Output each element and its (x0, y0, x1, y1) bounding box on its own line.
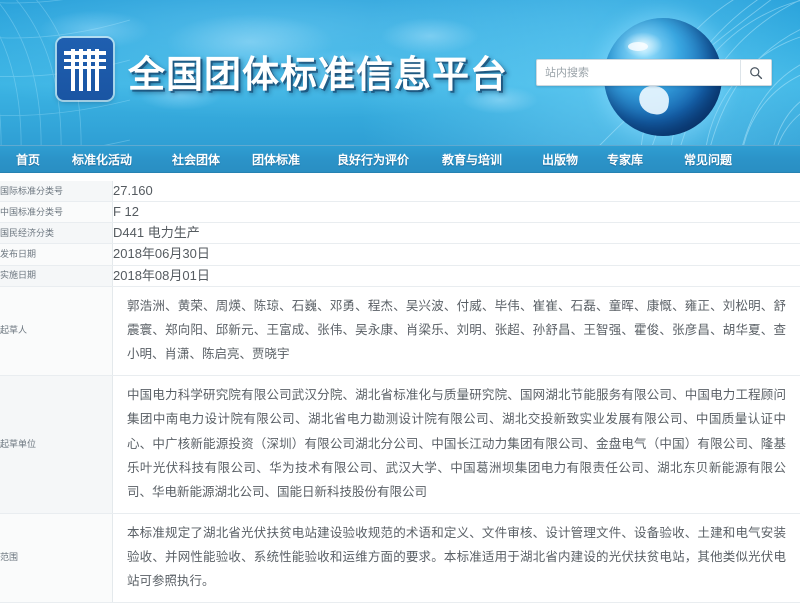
row-label: 范围 (0, 513, 113, 603)
row-label: 国际标准分类号 (0, 181, 113, 203)
table-row: 范围 本标准规定了湖北省光伏扶贫电站建设验收规范的术语和定义、文件审核、设计管理文… (0, 513, 800, 603)
site-title: 全国团体标准信息平台 (128, 54, 508, 95)
row-label: 国民经济分类 (0, 222, 113, 245)
row-value: 中国电力科学研究院有限公司武汉分院、湖北省标准化与质量研究院、国网湖北节能服务有… (112, 375, 800, 514)
table-row: 实施日期 2018年08月01日 (0, 265, 800, 287)
nav-item-2[interactable]: 社会团体 (170, 151, 222, 168)
row-value: 本标准规定了湖北省光伏扶贫电站建设验收规范的术语和定义、文件审核、设计管理文件、… (112, 513, 800, 603)
nav-item-3[interactable]: 团体标准 (250, 151, 302, 168)
nav-item-5[interactable]: 教育与培训 (440, 151, 504, 168)
site-banner: 全国团体标准信息平台 (0, 0, 800, 145)
row-label: 发布日期 (0, 243, 113, 266)
nav-item-7[interactable]: 专家库 (605, 151, 645, 168)
search-icon (750, 66, 763, 79)
row-label: 起草人 (0, 286, 113, 376)
table-row: 国民经济分类 D441 电力生产 (0, 222, 800, 245)
nav-item-8[interactable]: 常见问题 (682, 151, 734, 168)
table-row: 起草单位 中国电力科学研究院有限公司武汉分院、湖北省标准化与质量研究院、国网湖北节… (0, 375, 800, 514)
row-value: D441 电力生产 (112, 222, 800, 245)
row-value: 郭浩洲、黄荣、周煐、陈琼、石巍、邓勇、程杰、吴兴波、付威、毕伟、崔崔、石磊、童晖… (112, 286, 800, 376)
page-root: 全国团体标准信息平台 首页 标准化活动 社会团体 团体标准 良好行为评价 教育与培训 出版物… (0, 0, 800, 606)
nav-item-4[interactable]: 良好行为评价 (335, 151, 411, 168)
platform-logo (57, 38, 113, 100)
row-value: 27.160 (112, 181, 800, 203)
standard-detail-panel: 国际标准分类号 27.160 中国标准分类号 F 12 国民经济分类 D441 电力生产发… (0, 173, 800, 603)
search-input[interactable] (545, 61, 736, 84)
table-row: 国际标准分类号 27.160 (0, 181, 800, 203)
nav-item-0[interactable]: 首页 (14, 151, 42, 168)
main-navigation: 首页 标准化活动 社会团体 团体标准 良好行为评价 教育与培训 出版物 专家库 常见问题 (0, 145, 800, 173)
row-label: 起草单位 (0, 375, 113, 514)
standard-detail-table: 国际标准分类号 27.160 中国标准分类号 F 12 国民经济分类 D441 电力生产发… (0, 181, 800, 603)
table-row: 起草人 郭浩洲、黄荣、周煐、陈琼、石巍、邓勇、程杰、吴兴波、付威、毕伟、崔崔、石磊… (0, 286, 800, 376)
table-row: 发布日期 2018年06月30日 (0, 243, 800, 266)
search-button[interactable] (740, 60, 771, 85)
row-label: 实施日期 (0, 265, 113, 287)
row-value: 2018年06月30日 (112, 243, 800, 266)
row-label: 中国标准分类号 (0, 201, 113, 224)
nav-item-6[interactable]: 出版物 (540, 151, 580, 168)
nav-item-1[interactable]: 标准化活动 (70, 151, 134, 168)
search-box[interactable] (536, 59, 772, 86)
row-value: F 12 (112, 201, 800, 224)
table-row: 中国标准分类号 F 12 (0, 201, 800, 224)
row-value: 2018年08月01日 (112, 265, 800, 287)
